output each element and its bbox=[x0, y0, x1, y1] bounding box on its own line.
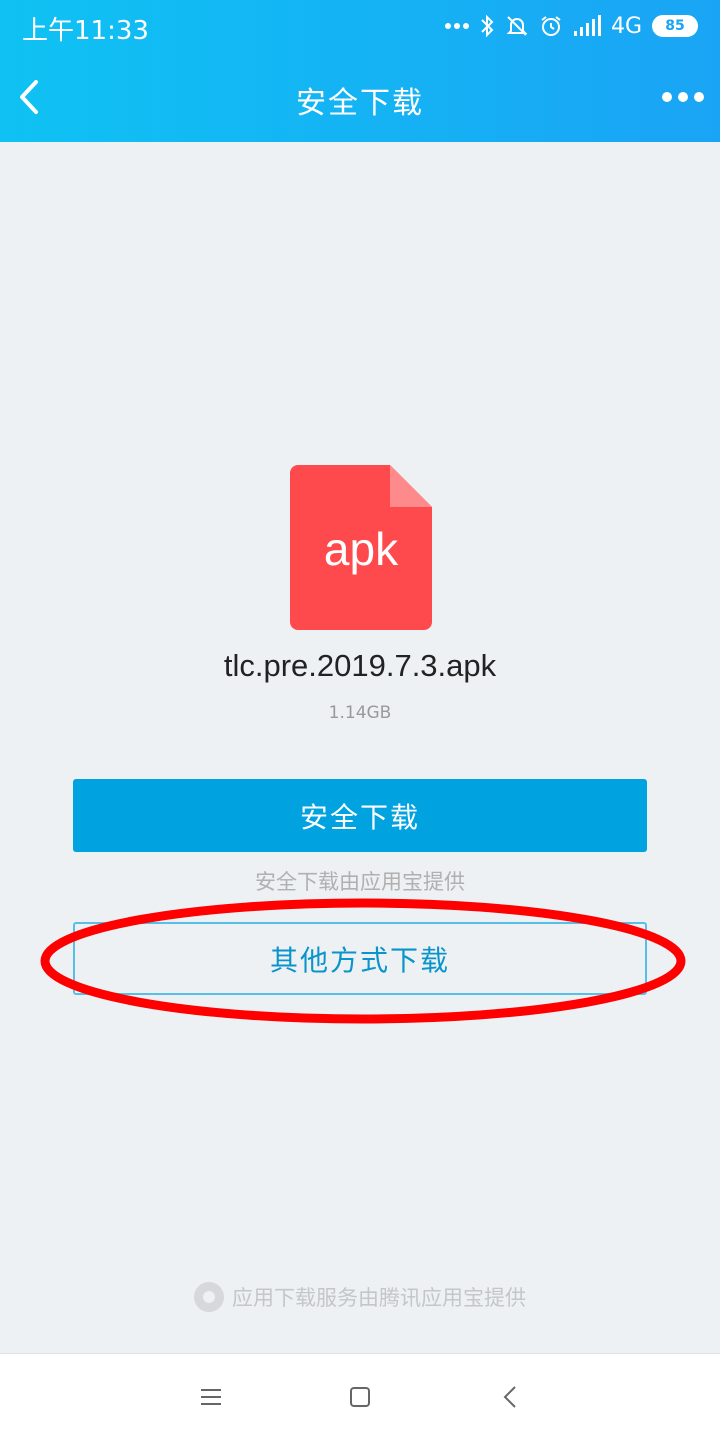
bluetooth-icon bbox=[479, 14, 495, 38]
more-icon[interactable] bbox=[662, 82, 704, 112]
status-icons: 4G 85 bbox=[444, 10, 698, 42]
network-type: 4G bbox=[610, 13, 642, 39]
other-download-button[interactable]: 其他方式下载 bbox=[73, 922, 647, 995]
safe-download-hint: 安全下载由应用宝提供 bbox=[255, 870, 465, 894]
footer-credit-text: 应用下载服务由腾讯应用宝提供 bbox=[232, 1286, 526, 1310]
mute-icon bbox=[505, 14, 529, 38]
nav-bar: 安全下载 bbox=[0, 52, 720, 142]
menu-icon[interactable] bbox=[196, 1382, 226, 1412]
footer-credit: 应用下载服务由腾讯应用宝提供 bbox=[0, 1282, 720, 1312]
file-icon-label: apk bbox=[324, 523, 399, 575]
safe-download-button[interactable]: 安全下载 bbox=[73, 779, 647, 852]
apk-file-icon: apk bbox=[290, 465, 432, 630]
status-time: 上午11:33 bbox=[22, 16, 149, 46]
file-size: 1.14GB bbox=[328, 703, 392, 723]
more-dots-icon bbox=[444, 22, 469, 30]
system-nav-bar bbox=[0, 1353, 720, 1440]
battery-icon: 85 bbox=[652, 15, 698, 37]
file-name: tlc.pre.2019.7.3.apk bbox=[223, 648, 497, 683]
signal-icon bbox=[573, 15, 601, 37]
status-bar: 上午11:33 4G 85 bbox=[0, 0, 720, 52]
page-title: 安全下载 bbox=[296, 86, 424, 121]
yingyongbao-logo-icon bbox=[194, 1282, 224, 1312]
alarm-icon bbox=[539, 14, 563, 38]
back-icon[interactable] bbox=[496, 1382, 526, 1412]
header: 上午11:33 4G 85 安全下载 bbox=[0, 0, 720, 142]
home-icon[interactable] bbox=[345, 1382, 375, 1412]
